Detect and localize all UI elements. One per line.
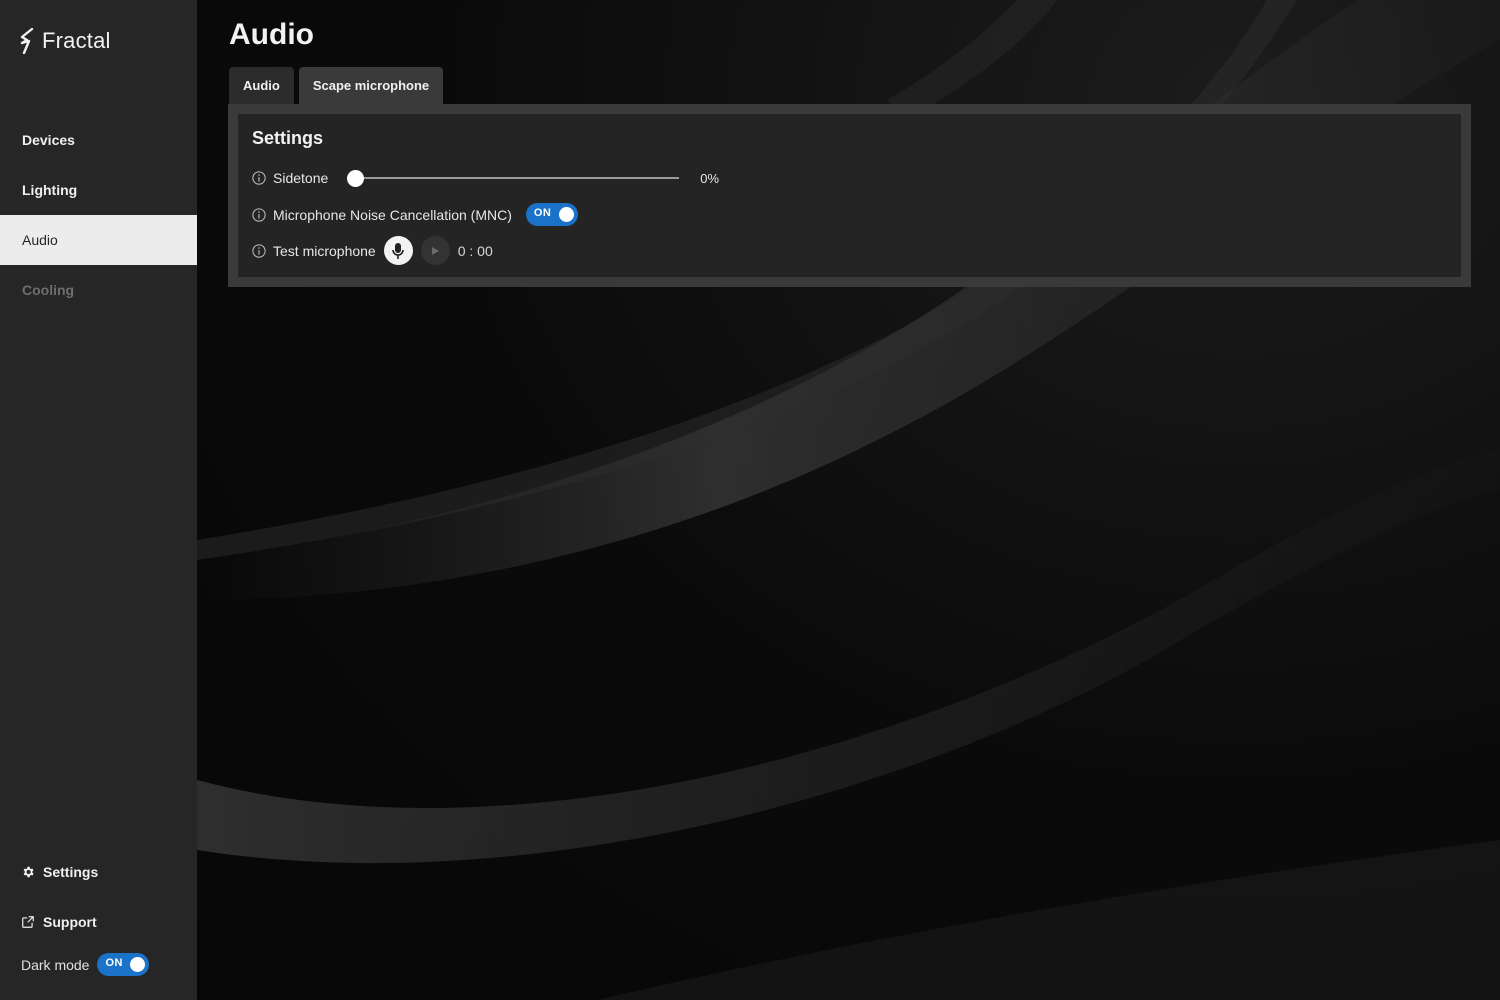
info-icon[interactable] (252, 243, 266, 258)
slider-track (347, 177, 680, 179)
test-microphone-row: Test microphone 0 : 00 (252, 236, 493, 265)
settings-label: Settings (43, 864, 99, 880)
tab-label: Scape microphone (312, 78, 430, 93)
tab-audio[interactable]: Audio (229, 67, 294, 104)
tab-label: Audio (243, 78, 280, 93)
dark-mode-row: Dark mode ON (21, 953, 150, 976)
sidetone-row: Sidetone 0% (252, 170, 720, 187)
sidebar-item-label: Devices (22, 132, 75, 148)
toggle-knob (558, 207, 574, 222)
tab-scape-microphone[interactable]: Scape microphone (298, 67, 444, 104)
info-icon[interactable] (252, 171, 266, 185)
sidebar-bottom-links: Settings Support (0, 847, 197, 947)
settings-link[interactable]: Settings (0, 847, 197, 897)
sidebar-item-label: Lighting (22, 182, 78, 198)
sidebar-item-devices[interactable]: Devices (0, 115, 197, 165)
brand-logo: Fractal (20, 28, 111, 54)
play-icon (432, 246, 440, 255)
gear-icon (23, 866, 34, 878)
sidebar-item-cooling: Cooling (0, 265, 197, 315)
info-icon[interactable] (252, 207, 266, 222)
recording-timer: 0 : 00 (457, 242, 493, 259)
toggle-state-label: ON (105, 957, 123, 969)
slider-thumb[interactable] (347, 170, 365, 187)
app-window: Fractal Devices Lighting Audio Cooling S… (0, 0, 1500, 1000)
external-link-icon (22, 916, 34, 928)
mnc-row: Microphone Noise Cancellation (MNC) ON (252, 203, 578, 226)
sidebar-item-label: Cooling (22, 282, 75, 298)
sidebar-nav: Devices Lighting Audio Cooling (0, 115, 197, 315)
fractal-logo-icon (20, 28, 34, 54)
toggle-state-label: ON (533, 207, 552, 219)
tab-bar: Audio Scape microphone (229, 67, 444, 104)
settings-panel: Settings Sidetone 0% Microphone Noise Ca… (228, 104, 1471, 287)
panel-title: Settings (252, 128, 324, 148)
mnc-label: Microphone Noise Cancellation (MNC) (273, 206, 512, 223)
settings-panel-body: Settings Sidetone 0% Microphone Noise Ca… (238, 114, 1461, 277)
sidetone-slider[interactable] (347, 170, 680, 187)
microphone-icon (392, 242, 405, 259)
dark-mode-toggle[interactable]: ON (97, 953, 150, 976)
sidebar: Fractal Devices Lighting Audio Cooling S… (0, 0, 197, 1000)
record-button[interactable] (383, 236, 413, 265)
sidetone-label: Sidetone (273, 170, 329, 186)
support-link[interactable]: Support (0, 897, 197, 947)
page-title: Audio (229, 18, 314, 51)
mnc-toggle[interactable]: ON (525, 203, 578, 226)
support-label: Support (43, 914, 97, 930)
sidetone-value: 0% (700, 170, 720, 186)
play-button[interactable] (420, 236, 450, 265)
dark-mode-label: Dark mode (21, 956, 90, 973)
brand-name: Fractal (42, 28, 111, 53)
main-content: Audio Audio Scape microphone Settings Si… (197, 0, 1500, 1000)
test-microphone-label: Test microphone (273, 242, 376, 259)
sidebar-item-lighting[interactable]: Lighting (0, 165, 197, 215)
sidebar-item-label: Audio (22, 232, 58, 248)
sidebar-item-audio[interactable]: Audio (0, 215, 197, 265)
toggle-knob (130, 957, 146, 972)
